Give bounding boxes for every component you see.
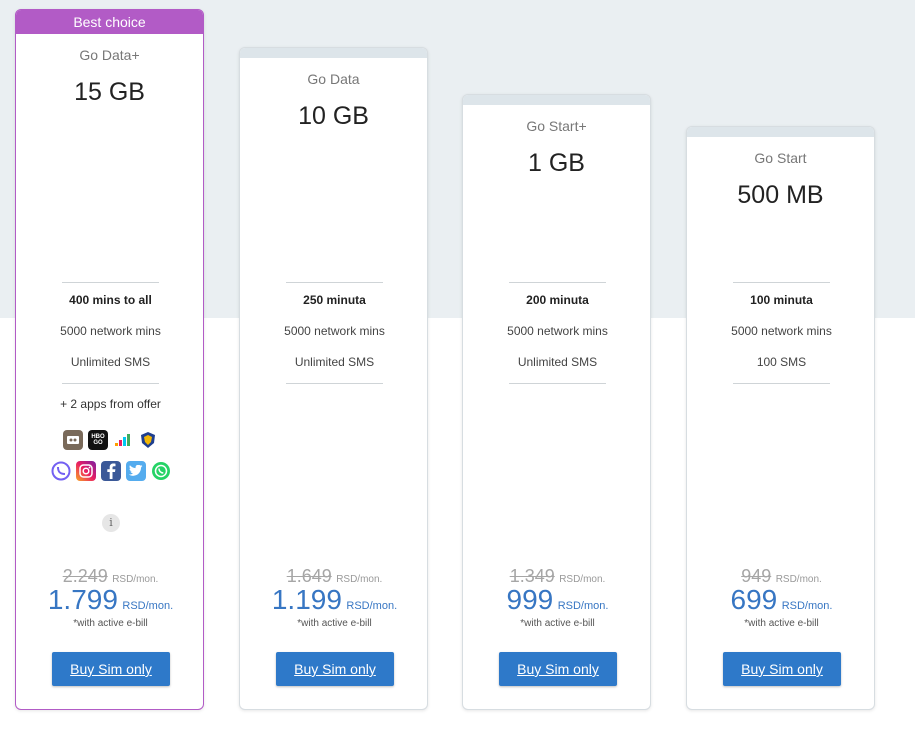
feature-network-mins: 5000 network mins [284,324,385,338]
divider [509,383,606,384]
buy-sim-only-button[interactable]: Buy Sim only [276,652,394,686]
plan-features: 200 minuta 5000 network mins Unlimited S… [507,282,608,384]
plan-name: Go Start+ [526,118,587,134]
e-bill-note: *with active e-bill [520,618,595,629]
new-price-unit: RSD/mon. [346,600,398,612]
feature-sms: 100 SMS [756,355,807,369]
old-price: 1.349 [509,566,555,586]
price-block: 2.249 RSD/mon. 1.799 RSD/mon. *with acti… [16,566,203,629]
whatsapp-icon[interactable] [150,461,171,481]
card-header-strip [240,48,427,58]
divider [62,282,159,283]
price-block: 949 RSD/mon. 699 RSD/mon. *with active e… [687,566,874,629]
feature-network-mins: 5000 network mins [731,324,832,338]
deezer-app-icon[interactable] [113,430,133,450]
apps-row-bottom [16,461,203,481]
plan-features: 250 minuta 5000 network mins Unlimited S… [284,282,385,384]
new-price-unit: RSD/mon. [781,600,833,612]
new-price-unit: RSD/mon. [557,600,609,612]
twitter-icon[interactable] [125,461,146,481]
plan-features: 400 mins to all 5000 network mins Unlimi… [60,282,161,384]
new-price: 999 [506,584,554,615]
viber-icon[interactable] [50,461,71,481]
new-price: 1.199 [271,584,342,615]
card-header-strip [463,95,650,105]
buy-sim-only-button[interactable]: Buy Sim only [499,652,617,686]
emotion-app-icon[interactable] [63,430,83,450]
hbo-go-logo-text: HBO GO [91,434,105,446]
old-price: 949 [741,566,772,586]
old-price: 1.649 [286,566,332,586]
plan-card-go-start-plus: Go Start+ 1 GB 200 minuta 5000 network m… [462,94,651,710]
feature-network-mins: 5000 network mins [60,324,161,338]
plan-card-go-data: Go Data 10 GB 250 minuta 5000 network mi… [239,47,428,710]
plan-card-go-start: Go Start 500 MB 100 minuta 5000 network … [686,126,875,710]
plan-name: Go Data [307,71,360,87]
divider [286,383,383,384]
facebook-icon[interactable] [100,461,121,481]
old-price: 2.249 [62,566,108,586]
feature-network-mins: 5000 network mins [507,324,608,338]
plan-data-amount: 15 GB [74,78,145,106]
divider [62,383,159,384]
feature-minutes: 400 mins to all [69,293,152,307]
info-icon[interactable]: i [102,514,120,532]
plan-card-go-data-plus: Best choice Go Data+ 15 GB 400 mins to a… [15,9,204,710]
buy-sim-only-button[interactable]: Buy Sim only [52,652,170,686]
divider [286,282,383,283]
price-block: 1.349 RSD/mon. 999 RSD/mon. *with active… [463,566,650,629]
plan-data-amount: 10 GB [298,102,369,130]
plan-features: 100 minuta 5000 network mins 100 SMS [731,282,832,384]
feature-minutes: 250 minuta [303,293,366,307]
feature-minutes: 100 minuta [750,293,813,307]
apps-label: + 2 apps from offer [60,397,161,411]
buy-sim-only-button[interactable]: Buy Sim only [723,652,841,686]
sports-shield-app-icon[interactable] [138,430,158,450]
plan-name: Go Start [754,150,807,166]
e-bill-note: *with active e-bill [73,618,148,629]
plan-data-amount: 500 MB [737,181,824,209]
instagram-icon[interactable] [75,461,96,481]
hbo-go-app-icon[interactable]: HBO GO [88,430,108,450]
divider [509,282,606,283]
best-choice-badge: Best choice [16,10,203,34]
feature-sms: Unlimited SMS [517,355,598,369]
card-header-strip [687,127,874,137]
divider [733,282,830,283]
plan-data-amount: 1 GB [528,149,585,177]
apps-row-top: HBO GO [16,430,203,450]
plan-name: Go Data+ [79,47,140,63]
feature-sms: Unlimited SMS [70,355,151,369]
feature-sms: Unlimited SMS [294,355,375,369]
feature-minutes: 200 minuta [526,293,589,307]
new-price: 699 [730,584,778,615]
divider [733,383,830,384]
e-bill-note: *with active e-bill [297,618,372,629]
e-bill-note: *with active e-bill [744,618,819,629]
price-block: 1.649 RSD/mon. 1.199 RSD/mon. *with acti… [240,566,427,629]
new-price-unit: RSD/mon. [122,600,174,612]
new-price: 1.799 [47,584,118,615]
